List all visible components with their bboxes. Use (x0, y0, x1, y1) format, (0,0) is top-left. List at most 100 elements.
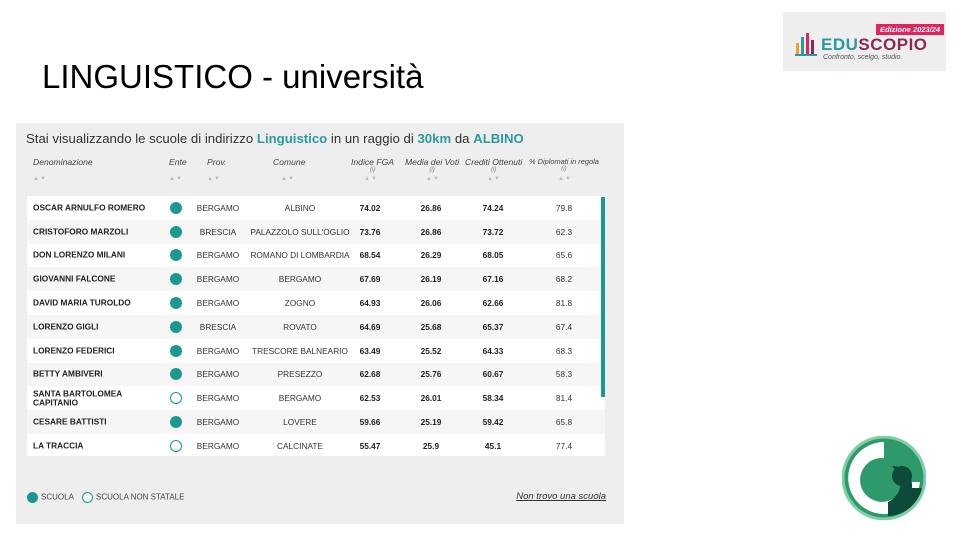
school-name[interactable]: CRISTOFORO MARZOLI (33, 227, 153, 236)
school-fga: 64.69 (359, 321, 381, 332)
school-comune: PALAZZOLO SULL'OGLIO (250, 226, 350, 237)
school-media-voti: 25.52 (420, 345, 442, 356)
slide: LINGUISTICO - università Edizione 2023/2… (0, 0, 960, 540)
school-diplomati: 81.4 (555, 393, 573, 404)
school-name[interactable]: BETTY AMBIVERI (33, 370, 153, 379)
table-row[interactable]: SANTA BARTOLOMEA CAPITANIO BERGAMO BERGAMO… (27, 386, 605, 410)
table-row[interactable]: LA TRACCIA BERGAMO CALCINATE 55.47 25.9 45.1 7… (27, 434, 605, 458)
sort-arrows-icon[interactable]: ▲▼ (487, 176, 501, 182)
col-header-fga[interactable]: Indice FGA (i) (351, 157, 394, 173)
col-header-denominazione[interactable]: Denominazione (33, 157, 93, 167)
school-diplomati: 67.4 (555, 321, 573, 332)
table-row[interactable]: GIOVANNI FALCONE BERGAMO BERGAMO 67.69 26.19… (27, 267, 605, 292)
filled-circle-icon (170, 201, 182, 214)
school-diplomati: 68.3 (555, 345, 573, 356)
table-row[interactable]: DON LORENZO MILANI BERGAMO ROMANO DI LOMBA… (27, 244, 605, 268)
school-crediti: 65.37 (482, 321, 504, 332)
table-row[interactable]: LORENZO FEDERICI BERGAMO TRESCORE BALNEARI… (27, 339, 605, 363)
school-diplomati: 58.3 (555, 369, 573, 380)
sort-arrows-icon[interactable]: ▲▼ (558, 176, 572, 182)
school-diplomati: 65.6 (555, 250, 573, 261)
school-fga: 63.49 (359, 345, 381, 356)
school-fga: 55.47 (359, 440, 381, 451)
school-crediti: 59.42 (482, 417, 504, 428)
school-media-voti: 25.9 (422, 440, 440, 451)
info-icon[interactable]: (i) (529, 166, 599, 172)
legend-scuola: SCUOLA (27, 492, 74, 503)
table-row[interactable]: CRISTOFORO MARZOLI BRESCIA PALAZZOLO SULL'… (27, 219, 605, 244)
info-icon[interactable]: (i) (405, 167, 459, 173)
col-header-prov[interactable]: Prov. (207, 157, 226, 167)
school-crediti: 68.05 (482, 250, 504, 261)
school-fga: 67.69 (359, 274, 381, 285)
school-fga: 74.02 (359, 202, 381, 213)
school-province: BERGAMO (196, 202, 240, 213)
school-crediti: 73.72 (482, 226, 504, 237)
hollow-circle-icon (82, 492, 93, 503)
school-name[interactable]: DON LORENZO MILANI (33, 251, 153, 260)
school-province: BERGAMO (196, 393, 240, 404)
col-header-crediti[interactable]: Crediti Ottenuti (i) (465, 157, 522, 173)
school-fga: 59.66 (359, 417, 381, 428)
table-scrollbar[interactable] (601, 197, 605, 397)
info-icon[interactable]: (i) (465, 167, 522, 173)
school-province: BRESCIA (199, 321, 237, 332)
col-header-diplomati[interactable]: % Diplomati in regola (i) (529, 157, 599, 172)
school-name[interactable]: LORENZO FEDERICI (33, 346, 153, 355)
col-header-ente[interactable]: Ente (169, 157, 187, 167)
school-media-voti: 26.06 (420, 298, 442, 309)
swirl-logo-icon (842, 436, 926, 520)
school-province: BERGAMO (196, 417, 240, 428)
schools-table: OSCAR ARNULFO ROMERO BERGAMO ALBINO 74.02 26… (27, 196, 605, 456)
table-row[interactable]: LORENZO GIGLI BRESCIA ROVATO 64.69 25.68 65.3… (27, 315, 605, 339)
sort-arrows-icon[interactable]: ▲▼ (207, 176, 221, 182)
school-comune: LOVERE (283, 417, 317, 428)
school-crediti: 67.16 (482, 274, 504, 285)
table-row[interactable]: DAVID MARIA TUROLDO BERGAMO ZOGNO 64.93 26.0… (27, 291, 605, 315)
school-comune: BERGAMO (278, 393, 322, 404)
table-row[interactable]: OSCAR ARNULFO ROMERO BERGAMO ALBINO 74.02 26… (27, 196, 605, 220)
panel-heading: Stai visualizzando le scuole di indirizz… (26, 131, 524, 146)
school-name[interactable]: SANTA BARTOLOMEA CAPITANIO (33, 389, 153, 407)
school-crediti: 60.67 (482, 369, 504, 380)
col-header-comune[interactable]: Comune (273, 157, 305, 167)
sort-arrows-icon[interactable]: ▲▼ (281, 176, 295, 182)
school-media-voti: 25.76 (420, 369, 442, 380)
info-icon[interactable]: (i) (351, 167, 394, 173)
school-fga: 62.68 (359, 369, 381, 380)
sort-arrows-icon[interactable]: ▲▼ (33, 176, 47, 182)
school-name[interactable]: DAVID MARIA TUROLDO (33, 299, 153, 308)
col-header-voti[interactable]: Media dei Voti (i) (405, 157, 459, 173)
school-name[interactable]: LA TRACCIA (33, 441, 153, 451)
school-fga: 64.93 (359, 298, 381, 309)
school-province: BERGAMO (196, 298, 240, 309)
sort-arrows-icon[interactable]: ▲▼ (169, 176, 183, 182)
hollow-circle-icon (170, 439, 182, 452)
school-fga: 62.53 (359, 393, 381, 404)
school-fga: 73.76 (359, 226, 381, 237)
school-name[interactable]: GIOVANNI FALCONE (33, 275, 153, 284)
school-media-voti: 26.86 (420, 202, 442, 213)
school-province: BERGAMO (196, 250, 240, 261)
eduscopio-logo: Edizione 2023/24 EDUSCOPIO Confronto, sc… (783, 12, 946, 71)
school-crediti: 58.34 (482, 393, 504, 404)
school-media-voti: 25.19 (420, 417, 442, 428)
school-province: BERGAMO (196, 274, 240, 285)
school-crediti: 45.1 (484, 440, 502, 451)
school-name[interactable]: CESARE BATTISTI (33, 418, 153, 427)
school-crediti: 74.24 (482, 202, 504, 213)
sort-arrows-icon[interactable]: ▲▼ (364, 176, 378, 182)
table-row[interactable]: CESARE BATTISTI BERGAMO LOVERE 59.66 25.19 59… (27, 410, 605, 434)
filled-circle-icon (170, 320, 182, 333)
school-name[interactable]: LORENZO GIGLI (33, 322, 153, 332)
school-media-voti: 26.29 (420, 250, 442, 261)
filled-circle-icon (170, 368, 182, 381)
school-diplomati: 81.8 (555, 298, 573, 309)
filled-circle-icon (170, 249, 182, 262)
school-comune: PRESEZZO (277, 369, 323, 380)
hollow-circle-icon (170, 392, 182, 405)
table-row[interactable]: BETTY AMBIVERI BERGAMO PRESEZZO 62.68 25.76 6… (27, 362, 605, 387)
sort-arrows-icon[interactable]: ▲▼ (426, 176, 440, 182)
not-found-link[interactable]: Non trovo una scuola (516, 491, 606, 502)
school-name[interactable]: OSCAR ARNULFO ROMERO (33, 203, 153, 213)
